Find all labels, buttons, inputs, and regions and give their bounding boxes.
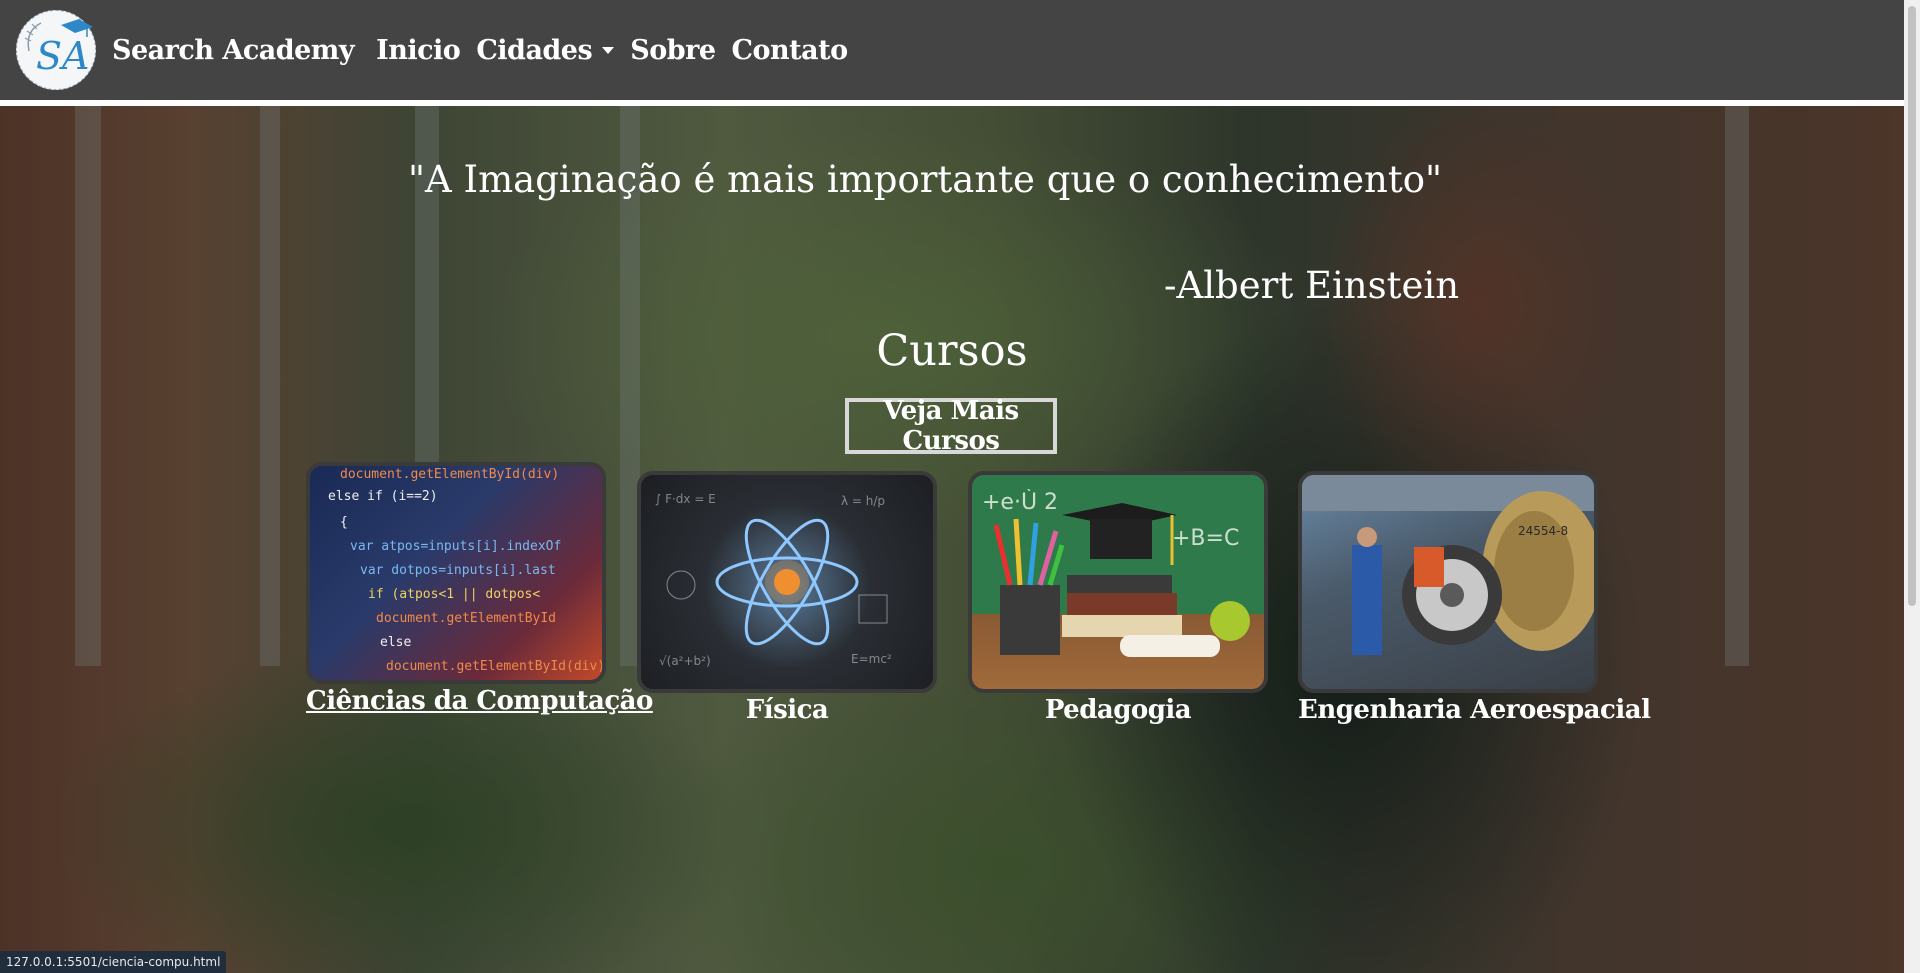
course-label-physics[interactable]: Física (637, 695, 937, 725)
brand-logo[interactable]: SA (16, 10, 96, 90)
hero-section: "A Imaginação é mais importante que o co… (0, 106, 1904, 973)
course-image-jet-engine[interactable]: 24554-8 (1298, 471, 1598, 693)
scrollbar-thumb[interactable] (1908, 6, 1916, 606)
course-card-computer-science[interactable]: document.getElementById(div) else if (i=… (306, 462, 653, 716)
books-graduation-cap-icon: +e·Ù 2 +B=C (982, 489, 1250, 657)
course-image-atom[interactable]: ∫ F·dx = E λ = h/p √(a²+b²) E=mc² (637, 471, 937, 693)
course-label-aerospace[interactable]: Engenharia Aeroespacial (1298, 695, 1651, 725)
nav-link-inicio[interactable]: Inicio (376, 35, 461, 66)
svg-text:λ = h/p: λ = h/p (841, 494, 885, 508)
svg-text:var atpos=inputs[i].indexOf: var atpos=inputs[i].indexOf (350, 539, 561, 554)
caret-down-icon (602, 46, 615, 54)
scrollbar[interactable] (1904, 0, 1920, 973)
navbar: SA Search Academy Inicio Cidades Sobre C… (0, 0, 1904, 106)
course-label-pedagogy[interactable]: Pedagogia (968, 695, 1268, 725)
nav-link-cidades[interactable]: Cidades (476, 34, 615, 66)
course-label-computer-science[interactable]: Ciências da Computação (306, 686, 653, 716)
nav-link-contato[interactable]: Contato (732, 35, 849, 66)
svg-text:∫ F·dx = E: ∫ F·dx = E (655, 492, 716, 506)
nav-links: Inicio Cidades Sobre Contato (376, 35, 864, 66)
hero-quote: "A Imaginação é mais importante que o co… (407, 158, 1442, 201)
svg-text:document.getElementById(div): document.getElementById(div) (340, 467, 559, 482)
status-bar-url: 127.0.0.1:5501/ciencia-compu.html (0, 951, 227, 973)
logo-graduation-cap-icon: SA (24, 19, 93, 78)
svg-text:SA: SA (36, 34, 89, 78)
course-card-aerospace[interactable]: 24554-8 Engenharia Aeroespacial (1298, 471, 1651, 725)
courses-title: Cursos (876, 326, 1028, 376)
svg-text:document.getElementById: document.getElementById (376, 611, 556, 626)
svg-text:24554-8: 24554-8 (1518, 524, 1568, 538)
svg-text:document.getElementById(div): document.getElementById(div) (386, 659, 602, 674)
svg-text:{: { (340, 515, 348, 530)
atom-icon: ∫ F·dx = E λ = h/p √(a²+b²) E=mc² (655, 492, 892, 668)
svg-text:√(a²+b²): √(a²+b²) (659, 654, 711, 668)
svg-text:else if (i==2): else if (i==2) (328, 489, 438, 504)
hero-overlay (0, 106, 1904, 973)
nav-link-sobre[interactable]: Sobre (630, 35, 716, 66)
quote-author: -Albert Einstein (1164, 264, 1460, 307)
nav-link-cidades-label: Cidades (476, 34, 593, 66)
course-image-books[interactable]: +e·Ù 2 +B=C (968, 471, 1268, 693)
svg-text:E=mc²: E=mc² (851, 652, 892, 666)
svg-text:+B=C: +B=C (1172, 526, 1239, 551)
svg-text:else: else (380, 635, 411, 650)
svg-text:if (atpos<1 || dotpos<: if (atpos<1 || dotpos< (368, 587, 540, 602)
code-screen-icon: document.getElementById(div) else if (i=… (328, 467, 602, 674)
course-image-code[interactable]: document.getElementById(div) else if (i=… (306, 462, 606, 684)
brand-name[interactable]: Search Academy (112, 35, 355, 66)
more-courses-button[interactable]: Veja Mais Cursos (845, 396, 1057, 456)
course-card-pedagogy[interactable]: +e·Ù 2 +B=C Pedagogia (968, 471, 1268, 725)
course-card-physics[interactable]: ∫ F·dx = E λ = h/p √(a²+b²) E=mc² Física (637, 471, 937, 725)
svg-text:var dotpos=inputs[i].last: var dotpos=inputs[i].last (360, 563, 556, 578)
jet-engine-icon: 24554-8 (1302, 475, 1594, 655)
svg-text:+e·Ù 2: +e·Ù 2 (982, 489, 1058, 515)
